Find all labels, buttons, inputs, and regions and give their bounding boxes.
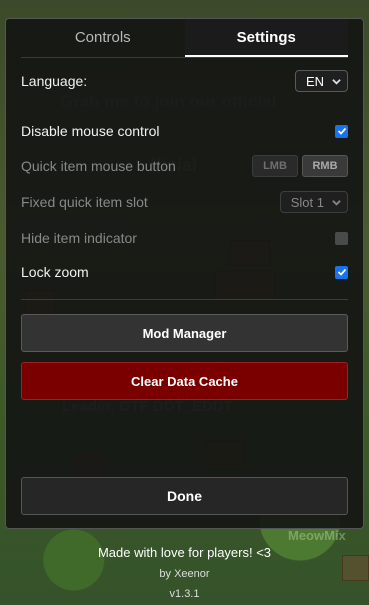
checkmark-icon (337, 127, 346, 135)
footer-version: v1.3.1 (169, 588, 200, 600)
game-player-name: MeowMix (288, 528, 346, 543)
chevron-down-icon (332, 199, 341, 206)
lmb-button[interactable]: LMB (252, 155, 298, 177)
language-select[interactable]: EN (294, 70, 348, 92)
lock-zoom-checkbox[interactable] (335, 265, 348, 279)
fixed-slot-label: Fixed quick item slot (21, 194, 148, 210)
footer-tagline: Made with love for players! <3 (97, 545, 272, 560)
language-value: EN (305, 73, 324, 89)
language-label: Language: (21, 73, 88, 89)
footer-author: by Xeenor (159, 568, 210, 580)
tab-controls[interactable]: Controls (21, 19, 185, 57)
disable-mouse-row: Disable mouse control (21, 119, 348, 143)
section-divider (21, 299, 348, 300)
clear-data-cache-button[interactable]: Clear Data Cache (21, 362, 348, 400)
tab-bar: Controls Settings (21, 19, 348, 57)
rmb-button[interactable]: RMB (302, 155, 348, 177)
done-button[interactable]: Done (21, 477, 348, 515)
disable-mouse-checkbox[interactable] (335, 124, 348, 138)
hide-indicator-row: Hide item indicator (21, 226, 348, 250)
lock-zoom-row: Lock zoom (21, 260, 348, 284)
quick-item-button-label: Quick item mouse button (21, 158, 176, 174)
lock-zoom-label: Lock zoom (21, 264, 89, 280)
chevron-down-icon (332, 78, 341, 85)
fixed-slot-select[interactable]: Slot 1 (279, 191, 348, 213)
fixed-slot-row: Fixed quick item slot Slot 1 (21, 190, 348, 214)
mouse-button-toggle: LMB RMB (252, 155, 348, 177)
settings-panel: Controls Settings Language: EN Disable m… (5, 18, 364, 529)
hide-indicator-checkbox[interactable] (335, 231, 348, 245)
quick-item-button-row: Quick item mouse button LMB RMB (21, 154, 348, 178)
mod-manager-button[interactable]: Mod Manager (21, 314, 348, 352)
tab-divider (21, 57, 348, 58)
language-row: Language: EN (21, 69, 348, 93)
fixed-slot-value: Slot 1 (290, 194, 324, 210)
checkmark-icon (337, 268, 346, 276)
hide-indicator-label: Hide item indicator (21, 230, 137, 246)
tab-settings[interactable]: Settings (184, 19, 348, 57)
disable-mouse-label: Disable mouse control (21, 123, 160, 139)
